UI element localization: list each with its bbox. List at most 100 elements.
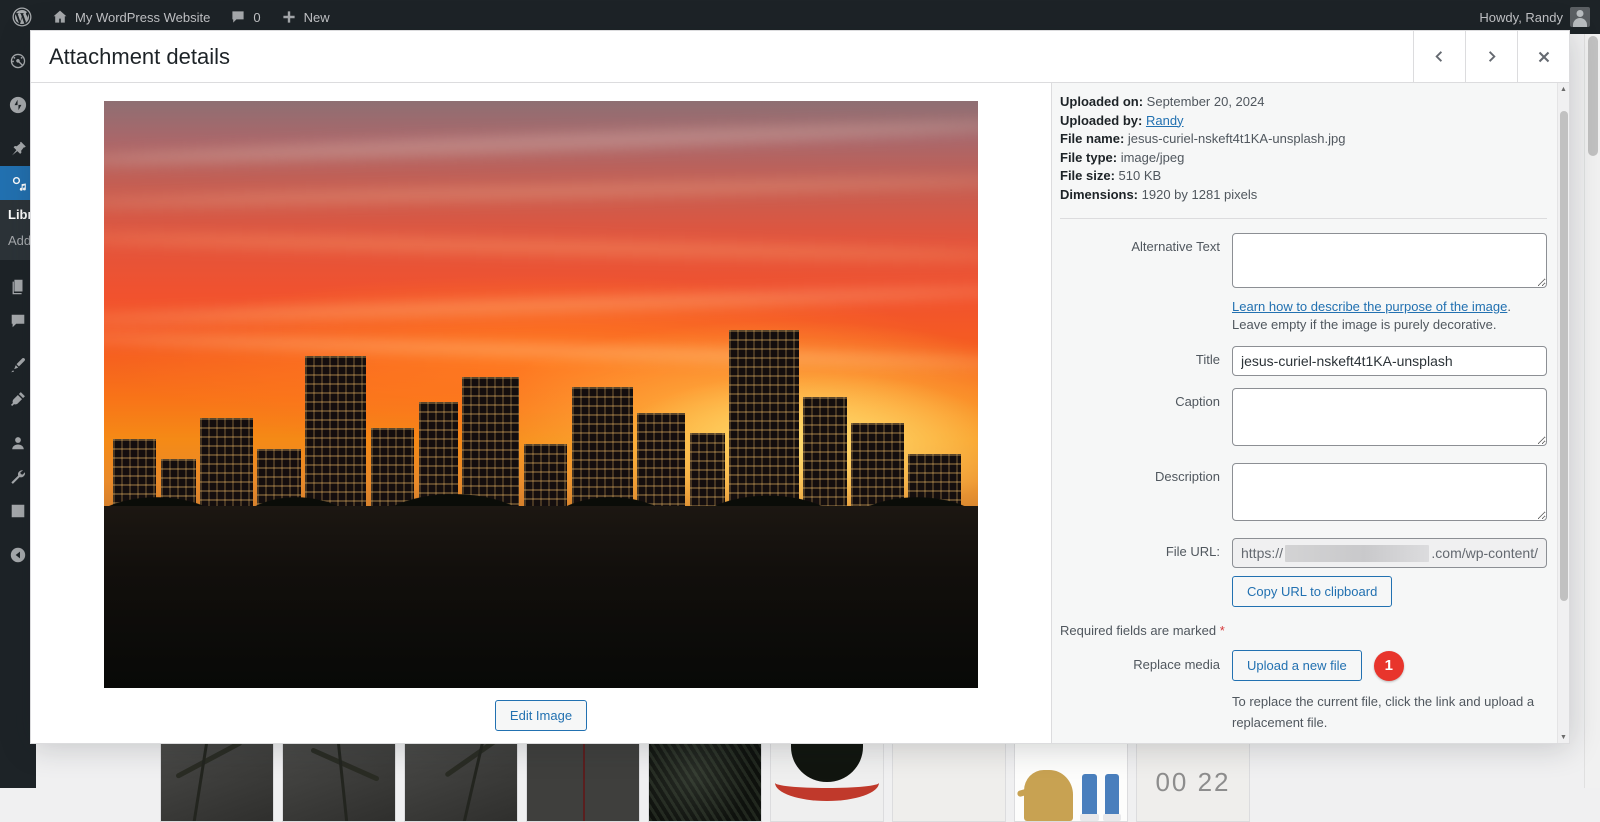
- details-scrollbar[interactable]: ▲ ▼: [1557, 83, 1569, 743]
- file-url-label: File URL:: [1060, 538, 1232, 561]
- replace-media-control: Upload a new file 1 To replace the curre…: [1232, 650, 1547, 733]
- attachment-details-scroll: Uploaded on: September 20, 2024 Uploaded…: [1052, 83, 1557, 743]
- required-star: *: [1220, 623, 1225, 638]
- pushpin-posts-icon: [9, 140, 27, 158]
- attachment-image: [104, 101, 978, 688]
- meta-dimensions-label: Dimensions:: [1060, 187, 1138, 202]
- caption-input[interactable]: [1232, 388, 1547, 446]
- site-name-label: My WordPress Website: [75, 10, 210, 25]
- attachment-details-modal: Attachment details: [30, 30, 1570, 744]
- title-control: [1232, 346, 1547, 376]
- meta-file-size: File size: 510 KB: [1060, 167, 1547, 186]
- meta-file-name-label: File name:: [1060, 131, 1124, 146]
- copy-url-to-clipboard-button[interactable]: Copy URL to clipboard: [1232, 576, 1392, 607]
- thumb-blank[interactable]: [892, 742, 1006, 822]
- page-scrollbar-thumb[interactable]: [1588, 36, 1598, 156]
- caption-label: Caption: [1060, 388, 1232, 411]
- attachment-metadata: Uploaded on: September 20, 2024 Uploaded…: [1060, 93, 1547, 218]
- thumb-plant-3[interactable]: [404, 742, 518, 822]
- file-url-prefix: https://: [1241, 545, 1283, 561]
- my-account-button[interactable]: Howdy, Randy: [1469, 0, 1600, 34]
- page-title: Attachment details: [31, 31, 1413, 82]
- alt-text-help-link[interactable]: Learn how to describe the purpose of the…: [1232, 299, 1507, 314]
- file-url-control: https:// .com/wp-content/ Copy URL to cl…: [1232, 538, 1547, 607]
- jetpack-lightning-icon: [9, 96, 27, 114]
- previous-attachment-button[interactable]: [1413, 31, 1465, 82]
- settings-sliders-icon: [9, 502, 27, 520]
- file-url-input[interactable]: https:// .com/wp-content/: [1232, 538, 1547, 568]
- wordpress-logo-icon: [12, 7, 32, 27]
- users-person-icon: [9, 434, 27, 452]
- edit-image-button[interactable]: Edit Image: [495, 700, 587, 731]
- meta-uploaded-on-label: Uploaded on:: [1060, 94, 1143, 109]
- comments-bubble-icon: [9, 312, 27, 330]
- alt-text-field: Alternative Text Learn how to describe t…: [1060, 233, 1547, 334]
- chevron-left-icon: [1432, 49, 1447, 64]
- upload-a-new-file-button[interactable]: Upload a new file: [1232, 650, 1362, 681]
- description-input[interactable]: [1232, 463, 1547, 521]
- collapse-menu-arrow-icon: [9, 546, 27, 564]
- description-control: [1232, 463, 1547, 526]
- attachment-details-pane: Uploaded on: September 20, 2024 Uploaded…: [1051, 83, 1569, 743]
- title-label: Title: [1060, 346, 1232, 369]
- required-fields-note: Required fields are marked *: [1060, 623, 1547, 638]
- meta-uploaded-by-link[interactable]: Randy: [1146, 113, 1184, 128]
- thumb-stem[interactable]: [526, 742, 640, 822]
- scroll-up-arrow-icon[interactable]: ▲: [1558, 83, 1569, 95]
- dashboard-gauge-icon: [9, 52, 27, 70]
- thumb-dog-illustration[interactable]: [1014, 742, 1128, 822]
- file-url-redacted-domain: [1285, 545, 1429, 562]
- alt-text-input[interactable]: [1232, 233, 1547, 288]
- scroll-down-arrow-icon[interactable]: ▼: [1558, 731, 1569, 743]
- wordpress-logo-button[interactable]: [0, 0, 42, 34]
- meta-file-size-label: File size:: [1060, 168, 1115, 183]
- thumb-plant-1[interactable]: [160, 742, 274, 822]
- site-name-button[interactable]: My WordPress Website: [42, 0, 220, 34]
- wp-admin-root: 00 22 My WordPress Website 0: [0, 0, 1600, 788]
- meta-dimensions: Dimensions: 1920 by 1281 pixels: [1060, 186, 1547, 205]
- meta-file-name: File name: jesus-curiel-nskeft4t1KA-unsp…: [1060, 130, 1547, 149]
- thumb-numbers[interactable]: 00 22: [1136, 742, 1250, 822]
- plugins-plug-icon: [9, 390, 27, 408]
- meta-file-type-label: File type:: [1060, 150, 1117, 165]
- replace-media-label: Replace media: [1060, 650, 1232, 672]
- file-url-field: File URL: https:// .com/wp-content/ Copy…: [1060, 538, 1547, 607]
- meta-uploaded-on: Uploaded on: September 20, 2024: [1060, 93, 1547, 112]
- modal-body: Edit Image Uploaded on: September 20, 20…: [31, 83, 1569, 743]
- description-label: Description: [1060, 463, 1232, 486]
- file-url-suffix: .com/wp-content/: [1431, 545, 1538, 561]
- close-x-icon: [1536, 49, 1552, 65]
- thumb-red-graphic[interactable]: [770, 742, 884, 822]
- appearance-brush-icon: [9, 356, 27, 374]
- meta-dimensions-value: 1920 by 1281 pixels: [1142, 187, 1258, 202]
- page-scrollbar[interactable]: [1584, 34, 1600, 788]
- thumb-plant-2[interactable]: [282, 742, 396, 822]
- title-input[interactable]: [1232, 346, 1547, 376]
- close-modal-button[interactable]: [1517, 31, 1569, 82]
- replace-media-field: Replace media Upload a new file 1 To rep…: [1060, 650, 1547, 733]
- next-attachment-button[interactable]: [1465, 31, 1517, 82]
- new-content-label: New: [304, 10, 330, 25]
- meta-file-size-value: 510 KB: [1119, 168, 1162, 183]
- comments-button[interactable]: 0: [220, 0, 270, 34]
- details-scrollbar-thumb[interactable]: [1560, 111, 1568, 601]
- caption-control: [1232, 388, 1547, 451]
- annotation-badge-1: 1: [1374, 651, 1404, 681]
- upload-line: Upload a new file 1: [1232, 650, 1547, 681]
- home-icon: [52, 9, 68, 25]
- caption-field: Caption: [1060, 388, 1547, 451]
- new-content-button[interactable]: New: [271, 0, 340, 34]
- comments-count: 0: [253, 10, 260, 25]
- thumb-dark-foliage[interactable]: [648, 742, 762, 822]
- meta-file-type: File type: image/jpeg: [1060, 149, 1547, 168]
- foreground-park: [104, 506, 978, 688]
- meta-file-type-value: image/jpeg: [1121, 150, 1185, 165]
- attachment-preview-pane: Edit Image: [31, 83, 1051, 743]
- howdy-label: Howdy, Randy: [1479, 10, 1563, 25]
- avatar: [1570, 7, 1590, 27]
- required-fields-text: Required fields are marked: [1060, 623, 1216, 638]
- alt-text-control: Learn how to describe the purpose of the…: [1232, 233, 1547, 334]
- meta-uploaded-by-label: Uploaded by:: [1060, 113, 1142, 128]
- media-camera-icon: [9, 174, 27, 192]
- tools-wrench-icon: [9, 468, 27, 486]
